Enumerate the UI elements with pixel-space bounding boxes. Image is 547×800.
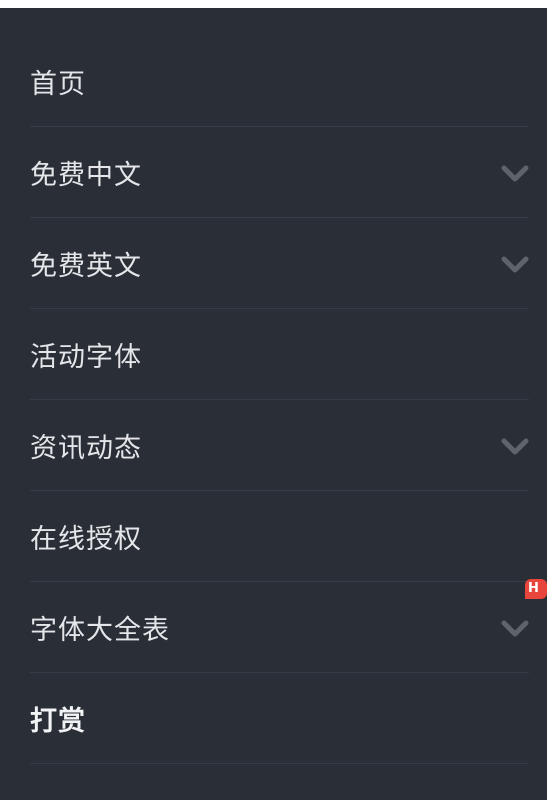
menu-item-label: 免费中文	[30, 159, 142, 191]
menu-item-free-english[interactable]: 免费英文	[30, 218, 529, 309]
menu-item-home[interactable]: 首页	[30, 36, 529, 127]
chevron-down-icon[interactable]	[501, 164, 529, 184]
menu-item-label: 免费英文	[30, 250, 142, 282]
menu-item-label: 资讯动态	[30, 432, 142, 464]
menu-list: 首页 免费中文 免费英文 活动字体 资讯动态 在线授权 H 字体大全表 打赏	[30, 36, 547, 764]
menu-item-news[interactable]: 资讯动态	[30, 400, 529, 491]
chevron-down-icon[interactable]	[501, 619, 529, 639]
chevron-down-icon[interactable]	[501, 437, 529, 457]
chevron-down-icon[interactable]	[501, 255, 529, 275]
menu-item-label: 活动字体	[30, 341, 142, 373]
menu-item-label: 打赏	[30, 705, 86, 737]
menu-item-donate[interactable]: 打赏	[30, 673, 529, 764]
menu-item-event-fonts[interactable]: 活动字体	[30, 309, 529, 400]
hot-badge: H	[525, 579, 547, 599]
side-menu-panel: 首页 免费中文 免费英文 活动字体 资讯动态 在线授权 H 字体大全表 打赏	[0, 8, 547, 800]
menu-item-label: 首页	[30, 68, 86, 100]
menu-item-label: 字体大全表	[30, 614, 170, 646]
menu-item-free-chinese[interactable]: 免费中文	[30, 127, 529, 218]
menu-item-label: 在线授权	[30, 523, 142, 555]
top-strip	[0, 0, 547, 8]
menu-item-font-list[interactable]: H 字体大全表	[30, 579, 547, 673]
menu-item-online-license[interactable]: 在线授权	[30, 491, 529, 582]
